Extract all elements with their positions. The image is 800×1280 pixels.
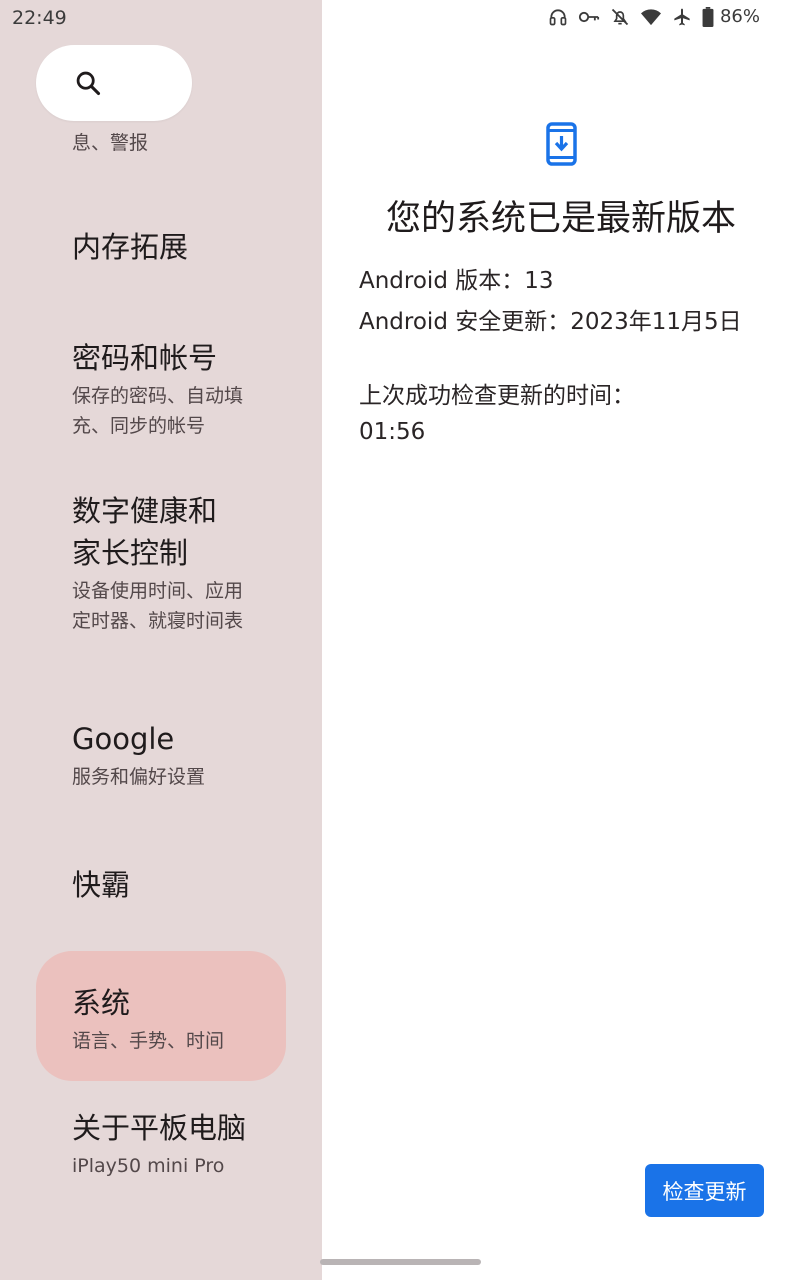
- status-bar: 22:49 86%: [0, 0, 800, 36]
- nav-item-title: 快霸: [72, 868, 131, 902]
- gesture-navigation-bar[interactable]: [320, 1259, 481, 1265]
- nav-item-about-tablet[interactable]: 关于平板电脑 iPlay50 mini Pro: [72, 1107, 272, 1181]
- nav-item-subtitle: 保存的密码、自动填充、同步的帐号: [72, 385, 244, 437]
- nav-item-storage-extension[interactable]: 内存拓展: [72, 226, 272, 268]
- update-status-title: 您的系统已是最新版本: [385, 199, 736, 239]
- battery-percent: 86%: [719, 6, 760, 27]
- nav-item-title: 内存拓展: [72, 230, 189, 264]
- security-update: Android 安全更新：2023年11月5日: [359, 309, 742, 335]
- nav-item-digital-wellbeing[interactable]: 数字健康和家长控制 设备使用时间、应用定时器、就寝时间表: [72, 490, 272, 636]
- nav-item-subtitle: 语言、手势、时间: [72, 1030, 225, 1052]
- last-check-label: 上次成功检查更新的时间：: [359, 383, 635, 409]
- android-version: Android 版本：13: [359, 268, 554, 294]
- last-check-time: 01:56: [359, 419, 426, 445]
- nav-item-title: 关于平板电脑: [72, 1111, 247, 1145]
- check-update-button[interactable]: 检查更新: [645, 1164, 764, 1217]
- key-icon: [578, 11, 600, 22]
- search-icon: [74, 69, 102, 101]
- nav-item-passwords-accounts[interactable]: 密码和帐号 保存的密码、自动填充、同步的帐号: [72, 337, 272, 441]
- search-button[interactable]: [36, 45, 192, 121]
- wifi-icon: [640, 8, 661, 25]
- status-time: 22:49: [12, 7, 67, 29]
- settings-nav-pane: [0, 0, 322, 1280]
- nav-item-title: 密码和帐号: [72, 341, 218, 375]
- nav-item-subtitle: iPlay50 mini Pro: [72, 1155, 225, 1177]
- nav-item-kuaiba[interactable]: 快霸: [72, 864, 272, 906]
- system-update-icon: [546, 122, 577, 170]
- headphones-icon: [549, 8, 567, 25]
- nav-item-subtitle: 服务和偏好设置: [72, 766, 206, 788]
- airplane-icon: [674, 8, 690, 25]
- notifications-off-icon: [611, 8, 629, 25]
- nav-item-google[interactable]: Google 服务和偏好设置: [72, 718, 272, 792]
- status-icons: 86%: [548, 6, 760, 27]
- battery-icon: [702, 6, 714, 27]
- nav-item-subtitle: 设备使用时间、应用定时器、就寝时间表: [72, 580, 244, 632]
- nav-item-system[interactable]: 系统 语言、手势、时间: [72, 982, 272, 1056]
- detail-pane: [322, 0, 800, 1280]
- nav-item-partial-subtitle: 息、警报: [72, 132, 149, 154]
- nav-item-title: 数字健康和家长控制: [72, 494, 218, 570]
- nav-item-title: 系统: [72, 986, 131, 1020]
- nav-item-title: Google: [72, 722, 175, 756]
